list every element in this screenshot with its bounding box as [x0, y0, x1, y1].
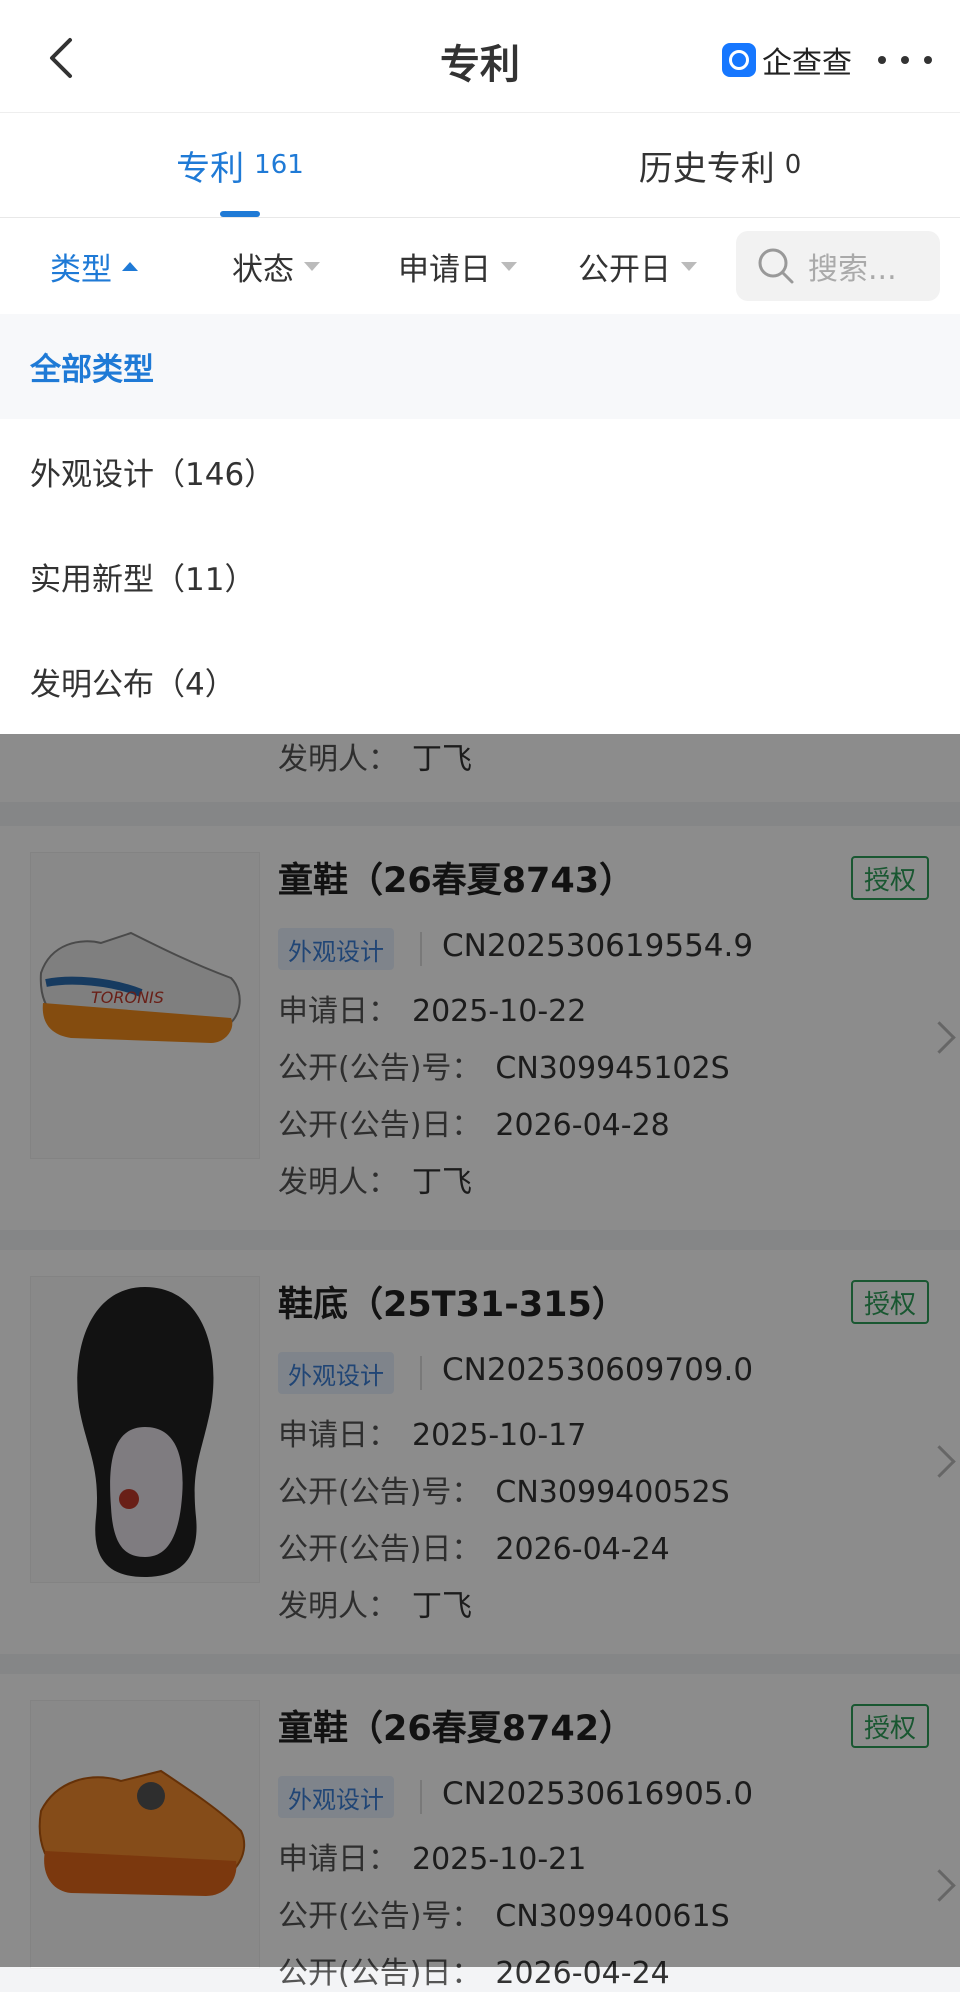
filter-type[interactable]: 类型 — [50, 218, 138, 314]
tab-label: 专利 — [176, 148, 245, 189]
tab-label: 历史专利 — [638, 148, 775, 189]
search-input[interactable]: 搜索... — [736, 231, 940, 301]
search-placeholder: 搜索... — [808, 252, 897, 287]
caret-up-icon — [122, 261, 138, 271]
dropdown-item-invention[interactable]: 发明公布（4） — [0, 629, 960, 734]
dropdown-item-all[interactable]: 全部类型 — [0, 314, 960, 419]
more-button[interactable] — [878, 40, 932, 80]
tab-patents[interactable]: 专利 161 — [0, 113, 480, 217]
filter-pub-date[interactable]: 公开日 — [578, 218, 697, 314]
tab-count: 161 — [254, 150, 304, 180]
dropdown-item-design[interactable]: 外观设计（146） — [0, 419, 960, 524]
ellipsis-icon — [878, 56, 886, 64]
caret-down-icon — [681, 261, 697, 271]
filter-apply-date[interactable]: 申请日 — [398, 218, 517, 314]
caret-down-icon — [304, 261, 320, 271]
type-dropdown: 全部类型 外观设计（146） 实用新型（11） 发明公布（4） — [0, 314, 960, 734]
caret-down-icon — [501, 261, 517, 271]
filter-label: 申请日 — [398, 251, 491, 288]
qcc-logo-icon — [722, 43, 756, 77]
dropdown-item-utility[interactable]: 实用新型（11） — [0, 524, 960, 629]
tab-bar: 专利 161 历史专利 0 — [0, 113, 960, 218]
tab-history-patents[interactable]: 历史专利 0 — [480, 113, 960, 217]
filter-label: 状态 — [232, 251, 294, 288]
filter-label: 公开日 — [578, 251, 671, 288]
filter-label: 类型 — [50, 251, 112, 288]
brand-logo[interactable]: 企查查 — [722, 40, 852, 81]
tab-count: 0 — [784, 150, 802, 180]
filter-status[interactable]: 状态 — [232, 218, 320, 314]
nav-header: 专利 企查查 — [0, 0, 960, 113]
brand-name: 企查查 — [762, 46, 852, 81]
search-icon — [758, 248, 794, 284]
active-tab-indicator — [220, 211, 260, 217]
dropdown-backdrop[interactable] — [0, 734, 960, 1967]
